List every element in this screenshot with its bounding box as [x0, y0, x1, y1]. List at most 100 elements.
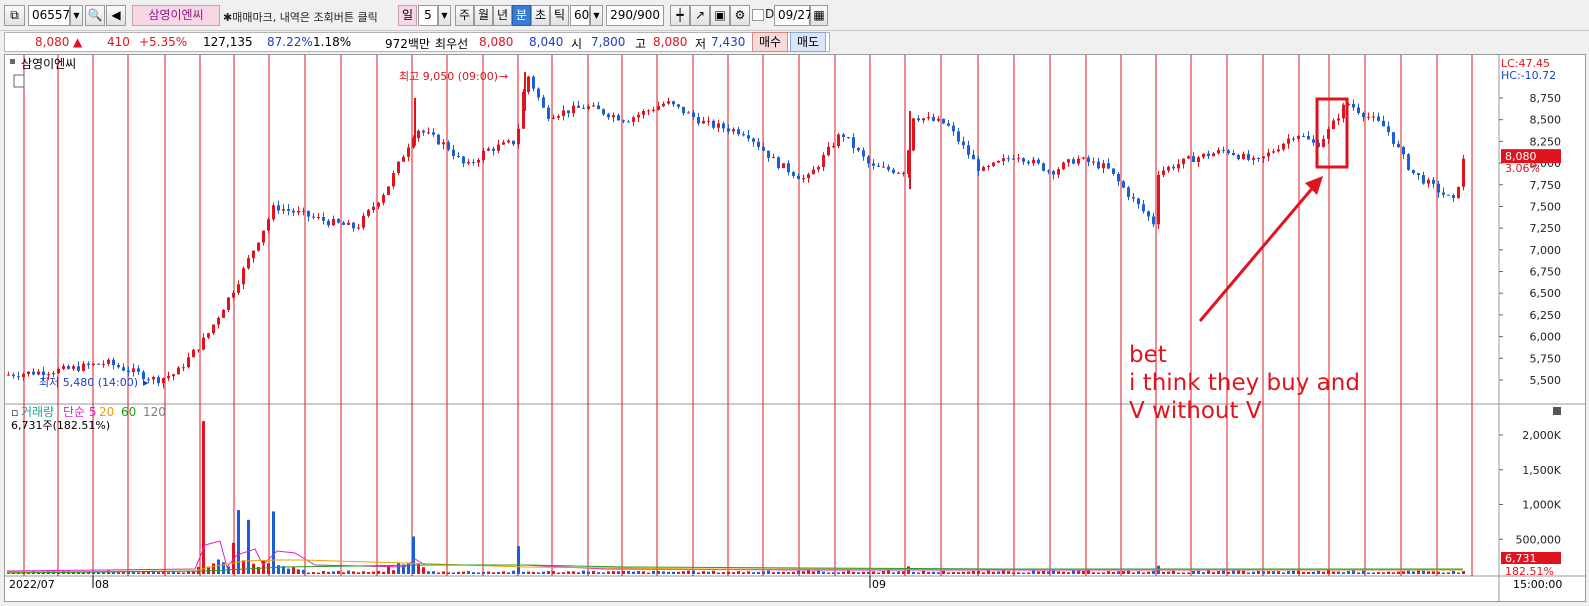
volume-bar [1342, 572, 1345, 574]
price-candle [32, 371, 35, 375]
save-icon[interactable]: ▣ [710, 5, 730, 26]
price-candle [1292, 138, 1295, 140]
price-candle [1102, 163, 1105, 169]
price-candle [687, 112, 690, 114]
period-tick-button[interactable]: 틱 [550, 5, 569, 26]
price-panel-title: 삼영이엔씨 [21, 57, 76, 71]
volume-tick-label: 1,500K [1522, 464, 1561, 477]
volume-bar [597, 572, 600, 574]
period-second-button[interactable]: 초 [531, 5, 550, 26]
volume-bar [947, 572, 950, 574]
volume-bar [342, 572, 345, 574]
price-candle [62, 366, 65, 369]
price-candle [512, 140, 515, 145]
code-dropdown-icon[interactable]: ▼ [70, 5, 83, 26]
price-candle [1082, 157, 1085, 159]
period-month-button[interactable]: 월 [474, 5, 493, 26]
price-candle [1422, 175, 1425, 184]
price-candle [287, 209, 290, 211]
price-candle [987, 166, 990, 168]
price-candle [782, 163, 785, 168]
volume-bar [1037, 571, 1040, 574]
date-checkbox[interactable] [752, 9, 764, 21]
volume-bar [382, 571, 385, 574]
calendar-icon[interactable]: ▦ [810, 5, 828, 26]
price-candle [737, 129, 740, 135]
price-candle [597, 105, 600, 110]
speaker-icon[interactable]: ◀ [106, 5, 126, 26]
price-candle [652, 109, 655, 111]
volume-bar [557, 572, 560, 574]
volume-bar [1197, 570, 1200, 574]
price-candle [517, 128, 520, 145]
price-candle [1122, 181, 1125, 188]
period-day-button[interactable]: 일 [398, 5, 417, 26]
price-candle [1232, 153, 1235, 155]
period-week-button[interactable]: 주 [455, 5, 474, 26]
price-candle [622, 120, 625, 122]
volume-bar [852, 571, 855, 574]
price-candle [1077, 158, 1080, 164]
price-candle [852, 137, 855, 149]
volume-bar [967, 571, 970, 574]
gear-icon[interactable]: ⚙ [730, 5, 750, 26]
line-tool-icon[interactable]: ↗ [690, 5, 710, 26]
stock-name-field[interactable]: 삼영이엔씨 [132, 5, 220, 26]
date-input[interactable]: 09/27 [774, 5, 813, 26]
price-candle [397, 161, 400, 174]
price-candle [637, 114, 640, 118]
period-value-input[interactable]: 5 [418, 5, 438, 26]
volume-bar [512, 570, 515, 574]
volume-bar [922, 570, 925, 574]
interval-dropdown-icon[interactable]: ▼ [590, 5, 603, 26]
volume-bar [617, 571, 620, 574]
price-candle [222, 309, 225, 318]
volume-bar [652, 570, 655, 574]
price-candle [357, 227, 360, 229]
period-dropdown-icon[interactable]: ▼ [438, 5, 451, 26]
period-year-button[interactable]: 년 [493, 5, 512, 26]
volume-bar [262, 560, 265, 574]
interval-input[interactable]: 60 [570, 5, 590, 26]
volume-bar [192, 571, 195, 574]
sell-button[interactable]: 매도 [790, 32, 826, 52]
layout-icon[interactable]: ⧉ [4, 5, 25, 26]
period-minute-button[interactable]: 분 [512, 5, 531, 26]
x-axis-label: 09 [872, 578, 886, 591]
volume-bar [167, 572, 170, 574]
count-field[interactable]: 290/900 [606, 5, 664, 26]
volume-bar [1187, 572, 1190, 574]
price-tick-label: 6,250 [1530, 309, 1562, 322]
search-icon[interactable]: 🔍 [85, 5, 105, 26]
price-candle [332, 219, 335, 226]
price-candle [1172, 166, 1175, 169]
price-tick-label: 6,750 [1530, 266, 1562, 279]
hc-label: HC:-10.72 [1501, 69, 1556, 82]
price-candle [697, 117, 700, 124]
volume-bar [472, 572, 475, 574]
price-candle [302, 210, 305, 212]
volume-bar [717, 572, 720, 574]
x-axis-time-label: 15:00:00 [1513, 578, 1562, 591]
price-candle [1097, 161, 1100, 169]
price-candle [47, 374, 50, 376]
volume-bar [502, 571, 505, 574]
chart-area[interactable]: 8,750 8,500 8,250 8,000 7,750 7,500 7,250 7,000… [4, 54, 1586, 602]
volume-bar [1307, 571, 1310, 574]
volume-bar [1002, 570, 1005, 574]
stock-code-input[interactable]: 065570 [28, 5, 78, 26]
volume-bar [1247, 572, 1250, 574]
chart-canvas[interactable]: 8,7508,5008,2508,0007,7507,5007,2507,000… [5, 55, 1585, 601]
volume-bar [1257, 570, 1260, 574]
volume-bar [952, 572, 955, 574]
price-candle [862, 150, 865, 157]
buy-button[interactable]: 매수 [752, 32, 788, 52]
volume-bar [1132, 572, 1135, 574]
candle-icon[interactable]: ┿ [670, 5, 690, 26]
volume-bar [547, 571, 550, 574]
volume-bar [527, 571, 530, 574]
volume-bar [622, 570, 625, 574]
volume-bar [1292, 570, 1295, 574]
price-candle [162, 378, 165, 384]
volume-bar [792, 571, 795, 574]
